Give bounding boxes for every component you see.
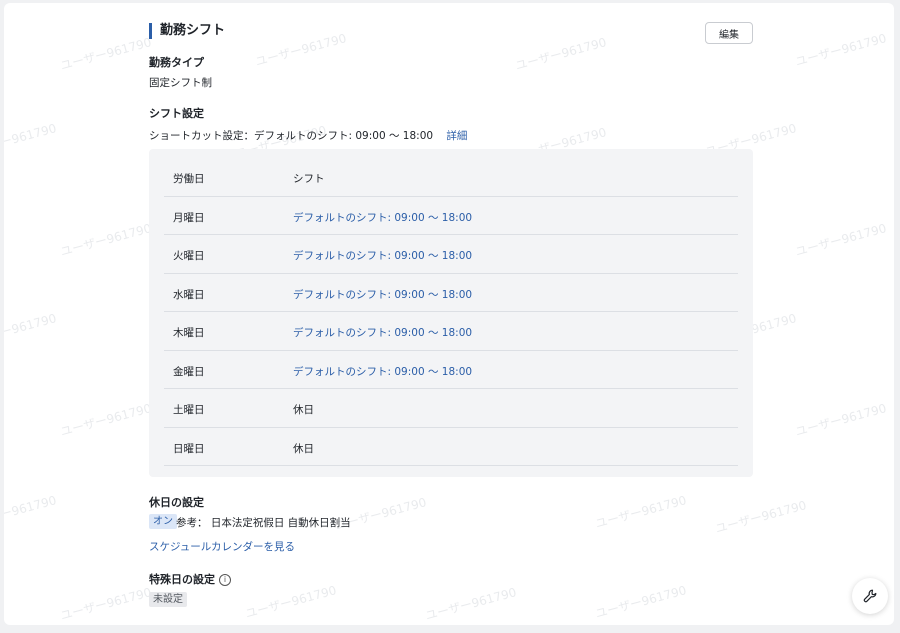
shortcut-text: ショートカット設定：デフォルトのシフト: 09:00 ～ 18:00: [149, 130, 434, 142]
watermark-text: ユーザー961790: [58, 35, 153, 73]
row-shift-link[interactable]: デフォルトのシフト: 09:00 ～ 18:00: [293, 287, 472, 302]
watermark-text: ユーザー961790: [793, 401, 888, 439]
header-workday: 労働日: [173, 173, 205, 185]
watermark-text: ユーザー961790: [4, 493, 58, 531]
row-shift-link[interactable]: デフォルトのシフト: 09:00 ～ 18:00: [293, 325, 472, 340]
watermark-text: ユーザー961790: [713, 498, 808, 536]
section-title: 勤務シフト: [149, 23, 225, 39]
shift-table-container: 労働日 シフト 月曜日 デフォルトのシフト: 09:00 ～ 18:00 火曜日…: [149, 149, 753, 477]
watermark-text: ユーザー961790: [58, 221, 153, 259]
watermark-text: ユーザー961790: [593, 493, 688, 531]
shift-settings-label: シフト設定: [149, 107, 204, 120]
work-type-label: 勤務タイプ: [149, 56, 204, 69]
status-badge-on: オン: [149, 514, 177, 529]
row-shift-link[interactable]: デフォルトのシフト: 09:00 ～ 18:00: [293, 364, 472, 379]
holiday-settings-label: 休日の設定: [149, 496, 204, 509]
status-badge-unset: 未設定: [149, 592, 187, 607]
watermark-text: ユーザー961790: [243, 583, 338, 621]
table-row: 金曜日 デフォルトのシフト: 09:00 ～ 18:00: [164, 351, 738, 389]
table-row: 火曜日 デフォルトのシフト: 09:00 ～ 18:00: [164, 235, 738, 274]
watermark-text: ユーザー961790: [58, 585, 153, 623]
special-day-label-text: 特殊日の設定: [149, 573, 215, 586]
row-shift-text: 休日: [293, 442, 314, 455]
floating-action-button[interactable]: [852, 578, 888, 614]
watermark-text: ユーザー961790: [793, 31, 888, 69]
row-day: 木曜日: [173, 327, 205, 339]
watermark-text: ユーザー961790: [253, 31, 348, 69]
detail-link[interactable]: 詳細: [446, 130, 467, 142]
table-row: 土曜日 休日: [164, 389, 738, 428]
row-day: 金曜日: [173, 365, 205, 378]
table-row: 日曜日 休日: [164, 428, 738, 466]
row-day: 水曜日: [173, 288, 205, 301]
table-row: 月曜日 デフォルトのシフト: 09:00 ～ 18:00: [164, 197, 738, 235]
holiday-reference-text: 参考： 日本法定祝假日 自動休日割当: [176, 517, 351, 529]
watermark-text: ユーザー961790: [513, 35, 608, 73]
row-day: 日曜日: [173, 442, 205, 455]
watermark-text: ユーザー961790: [593, 583, 688, 621]
watermark-text: ユーザー961790: [4, 121, 58, 159]
watermark-text: ユーザー961790: [4, 311, 58, 349]
table-row: 水曜日 デフォルトのシフト: 09:00 ～ 18:00: [164, 274, 738, 312]
table-row: 木曜日 デフォルトのシフト: 09:00 ～ 18:00: [164, 312, 738, 351]
table-header-row: 労働日 シフト: [164, 158, 738, 197]
row-day: 火曜日: [173, 250, 205, 262]
edit-button[interactable]: 編集: [705, 22, 753, 44]
schedule-calendar-link[interactable]: スケジュールカレンダーを見る: [149, 539, 295, 554]
watermark-text: ユーザー961790: [793, 221, 888, 259]
row-day: 土曜日: [173, 404, 205, 416]
wrench-icon: [863, 589, 877, 603]
special-day-settings-label: 特殊日の設定 i: [149, 571, 231, 587]
shortcut-setting: ショートカット設定：デフォルトのシフト: 09:00 ～ 18:00 詳細: [149, 128, 467, 143]
info-circle-icon[interactable]: i: [219, 574, 231, 586]
watermark-text: ユーザー961790: [423, 585, 518, 623]
row-shift-text: 休日: [293, 404, 314, 416]
row-shift-link[interactable]: デフォルトのシフト: 09:00 ～ 18:00: [293, 210, 472, 225]
shift-table: 労働日 シフト 月曜日 デフォルトのシフト: 09:00 ～ 18:00 火曜日…: [164, 158, 738, 466]
work-type-value: 固定シフト制: [149, 77, 212, 89]
row-shift-link[interactable]: デフォルトのシフト: 09:00 ～ 18:00: [293, 248, 472, 263]
row-day: 月曜日: [173, 211, 205, 224]
work-shift-card: ユーザー961790 ユーザー961790 ユーザー961790 ユーザー961…: [4, 3, 894, 625]
watermark-text: ユーザー961790: [58, 401, 153, 439]
header-shift: シフト: [293, 173, 325, 185]
